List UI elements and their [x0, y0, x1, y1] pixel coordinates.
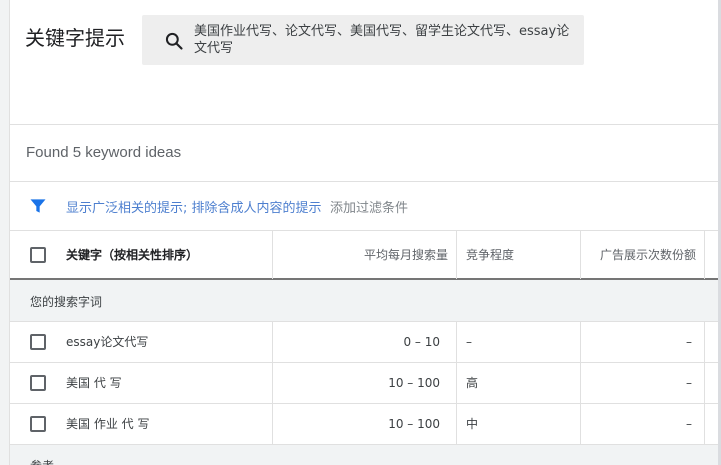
competition-cell: 高 — [456, 363, 580, 403]
add-filter-button[interactable]: 添加过滤条件 — [330, 197, 408, 216]
keyword-cell: 美国 代 写 — [66, 376, 122, 390]
search-icon — [165, 32, 183, 50]
keyword-planner-panel: 关键字提示 美国作业代写、论文代写、美国代写、留学生论文代写、essay论文代写… — [10, 0, 718, 465]
divider — [10, 124, 718, 125]
active-filter-link[interactable]: 显示广泛相关的提示; 排除含成人内容的提示 — [66, 197, 322, 216]
impression-share-cell: – — [580, 322, 705, 362]
results-count-text: Found 5 keyword ideas — [26, 144, 182, 161]
search-query-text[interactable]: 美国作业代写、论文代写、美国代写、留学生论文代写、essay论文代写 — [194, 23, 574, 57]
group-header-your-terms: 您的搜索字词 — [10, 280, 718, 322]
row-checkbox[interactable] — [30, 375, 46, 391]
avg-searches-cell: 10 – 100 — [272, 363, 456, 403]
keyword-cell: 美国 作业 代 写 — [66, 417, 150, 431]
group-label: 您的搜索字词 — [30, 295, 103, 309]
header-avg-monthly-searches[interactable]: 平均每月搜索量 — [272, 231, 456, 279]
keyword-ideas-table: 关键字（按相关性排序） 平均每月搜索量 竞争程度 广告展示次数份额 您的搜索字词… — [10, 230, 718, 465]
competition-cell: 中 — [456, 404, 580, 444]
header-keyword[interactable]: 关键字（按相关性排序） — [66, 231, 198, 279]
avg-searches-cell: 0 – 10 — [272, 322, 456, 362]
table-row[interactable]: 美国 作业 代 写 10 – 100 中 – — [10, 404, 718, 445]
keyword-cell: essay论文代写 — [66, 335, 149, 349]
table-row[interactable]: 美国 代 写 10 – 100 高 – — [10, 363, 718, 404]
competition-cell: – — [456, 322, 580, 362]
row-checkbox[interactable] — [30, 416, 46, 432]
divider — [10, 181, 718, 182]
group-label: 参考 — [30, 457, 54, 465]
impression-share-cell: – — [580, 363, 705, 403]
header-ad-impression-share[interactable]: 广告展示次数份额 — [580, 231, 705, 279]
left-sidebar-strip — [0, 0, 10, 465]
filter-icon[interactable] — [28, 196, 48, 216]
keyword-search-box[interactable]: 美国作业代写、论文代写、美国代写、留学生论文代写、essay论文代写 — [142, 15, 584, 65]
select-all-checkbox[interactable] — [30, 247, 46, 263]
row-checkbox[interactable] — [30, 334, 46, 350]
avg-searches-cell: 10 – 100 — [272, 404, 456, 444]
impression-share-cell: – — [580, 404, 705, 444]
table-row[interactable]: essay论文代写 0 – 10 – – — [10, 322, 718, 363]
page-title: 关键字提示 — [25, 26, 125, 50]
group-header-reference: 参考 — [10, 445, 718, 465]
table-header: 关键字（按相关性排序） 平均每月搜索量 竞争程度 广告展示次数份额 — [10, 230, 718, 280]
header-competition[interactable]: 竞争程度 — [456, 231, 580, 279]
filter-bar: 显示广泛相关的提示; 排除含成人内容的提示 添加过滤条件 — [10, 188, 718, 222]
